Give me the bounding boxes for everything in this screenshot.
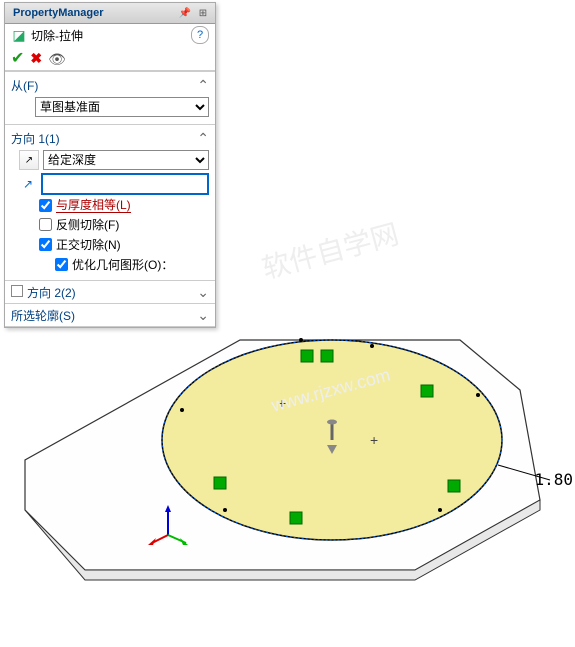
ok-button[interactable]: ✔ (11, 48, 24, 68)
svg-text:+: + (370, 432, 378, 448)
chevron-down-icon: ⌄ (197, 307, 209, 324)
reverse-direction-icon[interactable]: ↗ (19, 150, 39, 170)
flip-label: 反侧切除(F) (56, 216, 119, 233)
svg-text:+: + (278, 395, 286, 411)
section-direction2[interactable]: 方向 2(2) ⌄ (5, 280, 215, 303)
origin-triad (148, 505, 188, 545)
normal-label: 正交切除(N) (56, 236, 121, 253)
pin-icon[interactable]: 📌 (177, 5, 193, 21)
section-direction1: 方向 1(1) ⌃ ↗ 给定深度 ↗ 与厚度相等(L) 反侧切除(F) 正交切除… (5, 124, 215, 280)
dimension-label[interactable]: 1.80 (534, 470, 573, 489)
cut-extrude-icon: ◪ (11, 27, 27, 43)
chevron-up-icon: ⌃ (197, 130, 209, 147)
chevron-up-icon: ⌃ (197, 77, 209, 94)
section-from: 从(F) ⌃ 草图基准面 (5, 71, 215, 124)
thickness-label: 与厚度相等(L) (56, 198, 131, 213)
section-contour[interactable]: 所选轮廓(S) ⌄ (5, 303, 215, 327)
chevron-down-icon: ⌄ (197, 284, 209, 301)
from-select[interactable]: 草图基准面 (35, 97, 209, 117)
cancel-button[interactable]: ✖ (30, 50, 42, 67)
help-icon[interactable]: ? (191, 26, 209, 44)
optimize-label: 优化几何图形(O)： (72, 256, 173, 273)
section-dir1-header[interactable]: 方向 1(1) ⌃ (11, 129, 209, 147)
feature-header: ◪ 切除-拉伸 ? (5, 24, 215, 46)
flip-checkbox[interactable] (39, 218, 52, 231)
preview-icon[interactable]: 👁 (48, 51, 66, 65)
command-row: ✔ ✖ 👁 (5, 46, 215, 71)
direction-arrow-icon[interactable]: ↗ (19, 177, 37, 191)
watermark-2: www.rjzxw.com (269, 365, 392, 417)
expand-icon[interactable]: ⊞ (195, 5, 211, 21)
watermark-1: 软件自学网 (257, 213, 403, 288)
section-from-header[interactable]: 从(F) ⌃ (11, 76, 209, 94)
panel-title: PropertyManager (9, 7, 177, 19)
property-manager-panel: PropertyManager 📌 ⊞ ◪ 切除-拉伸 ? ✔ ✖ 👁 从(F)… (4, 2, 216, 328)
end-condition-select[interactable]: 给定深度 (43, 150, 209, 170)
thickness-checkbox[interactable] (39, 199, 52, 212)
normal-checkbox[interactable] (39, 238, 52, 251)
depth-input[interactable] (41, 173, 209, 195)
panel-titlebar: PropertyManager 📌 ⊞ (5, 3, 215, 24)
optimize-checkbox[interactable] (55, 258, 68, 271)
dir2-expand-icon (11, 285, 23, 297)
feature-name-text: 切除-拉伸 (31, 27, 83, 44)
